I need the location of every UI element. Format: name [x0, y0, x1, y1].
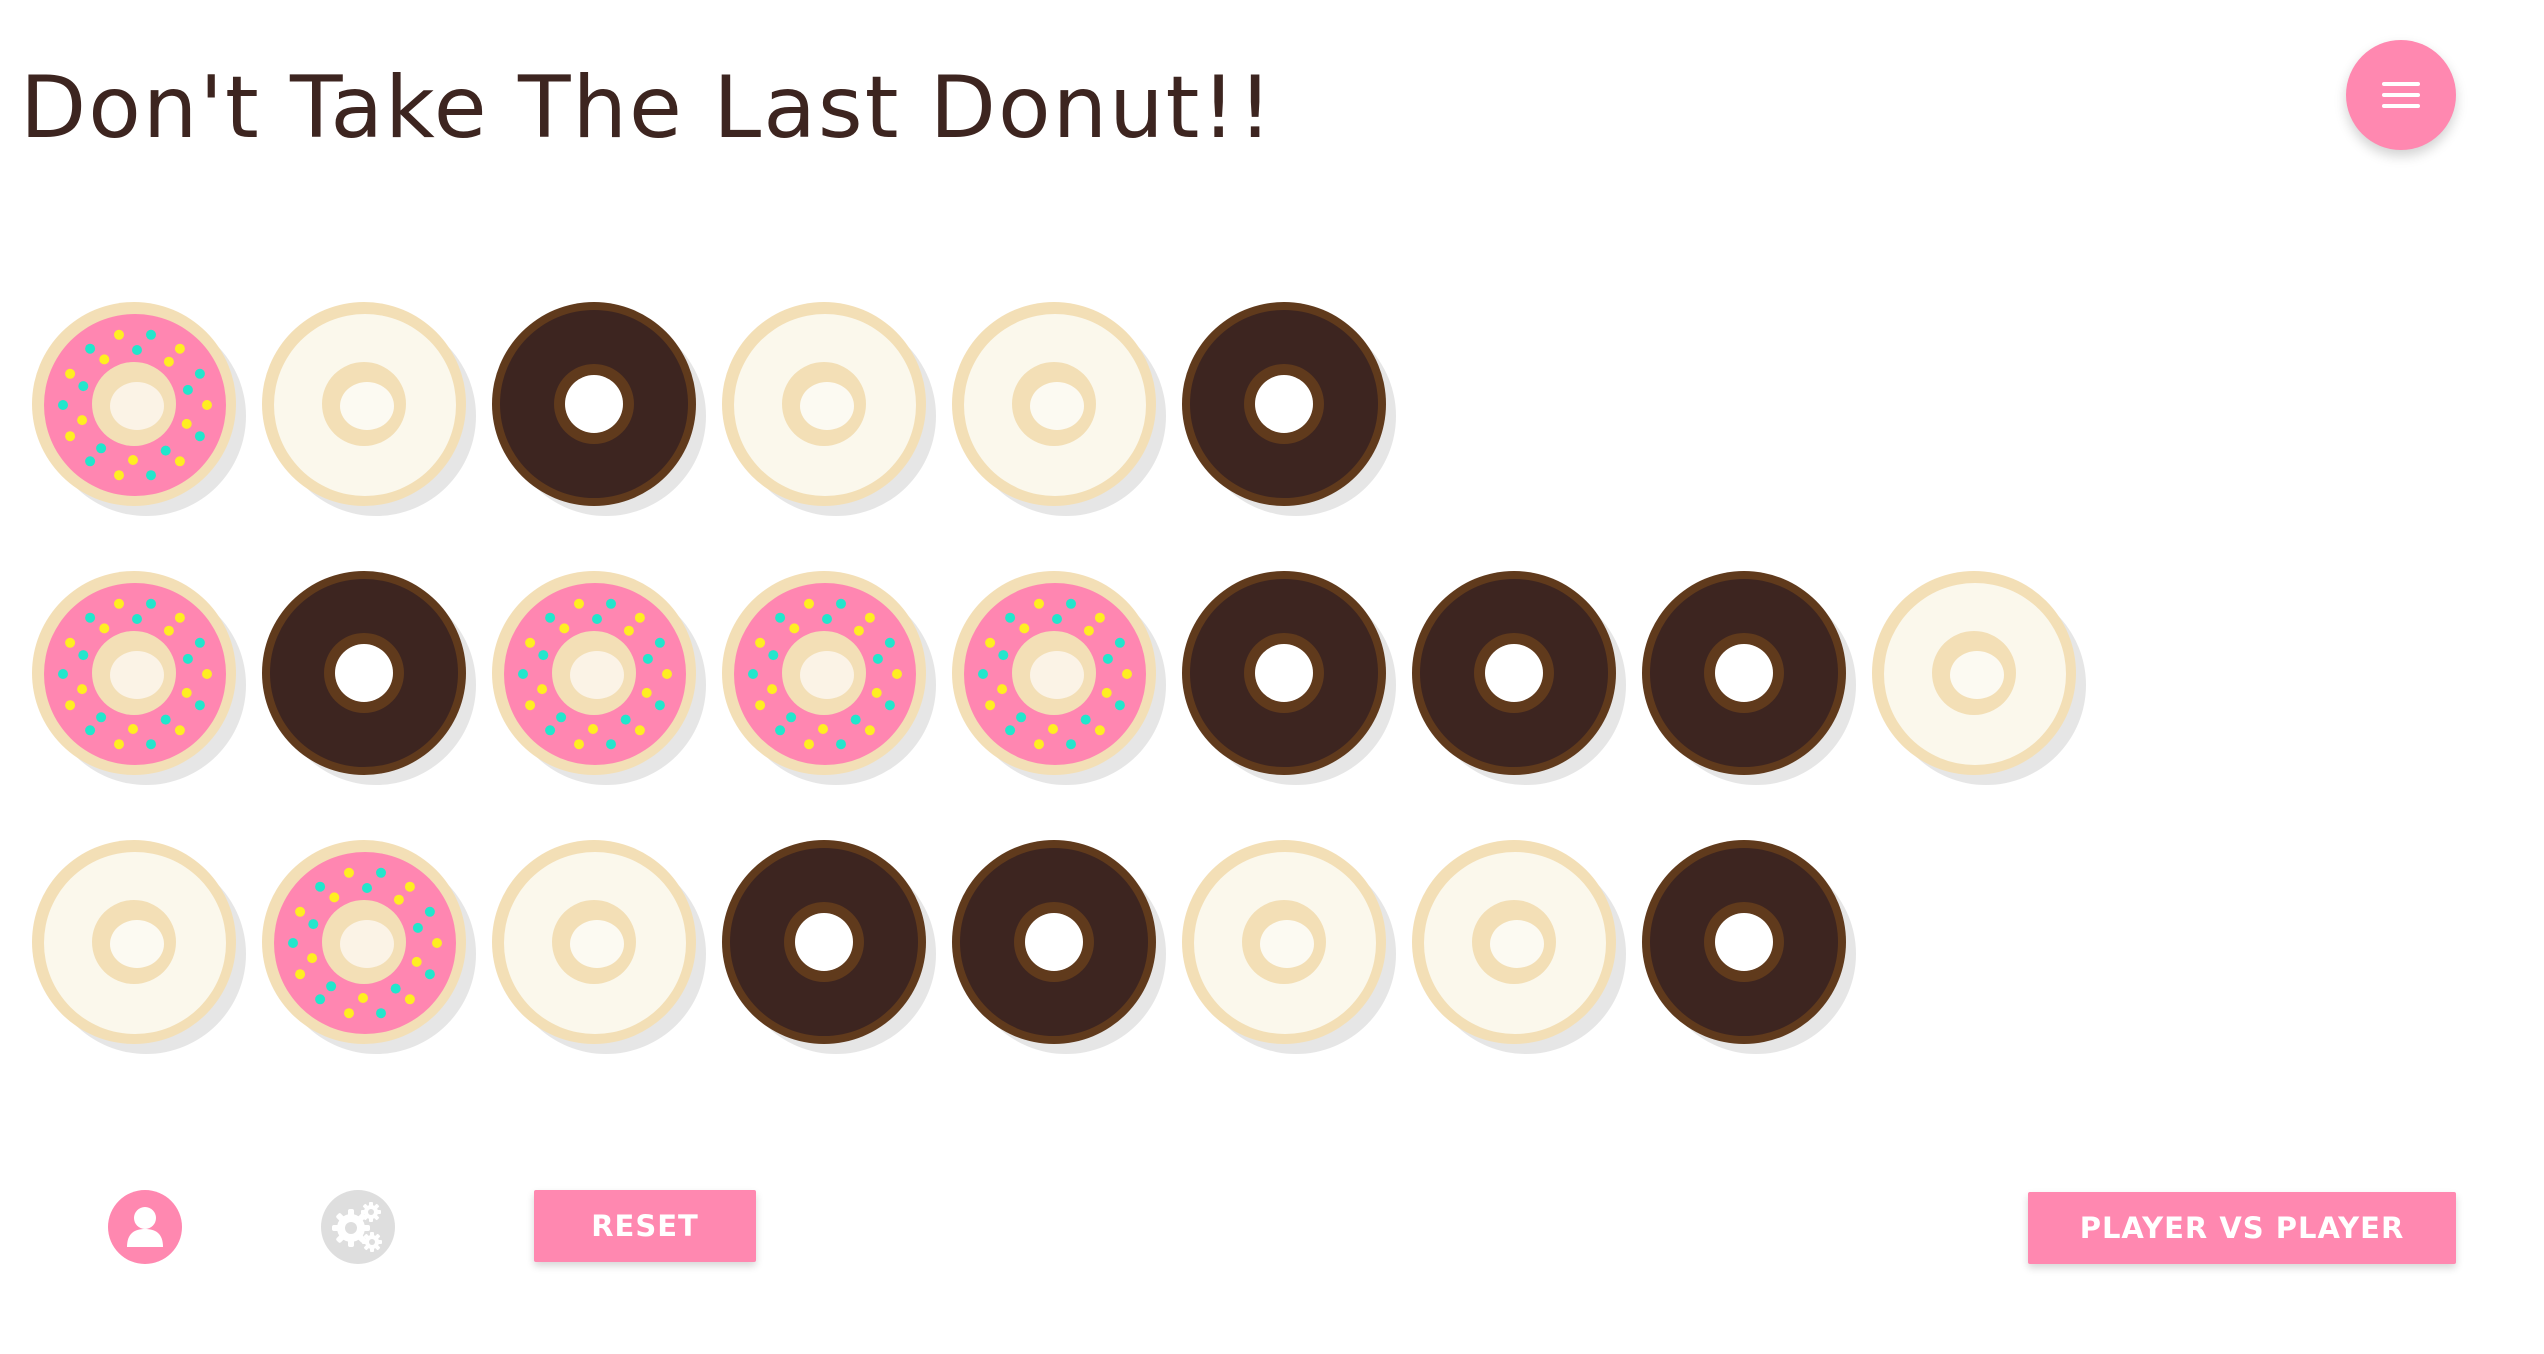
game-mode-button[interactable]: PLAYER VS PLAYER: [2028, 1192, 2456, 1264]
hamburger-menu-icon: [2382, 82, 2420, 108]
donut-chocolate[interactable]: [950, 838, 1170, 1058]
donut-glazed[interactable]: [1410, 838, 1630, 1058]
donut-chocolate[interactable]: [1180, 300, 1400, 520]
user-icon: [127, 1207, 163, 1247]
donut-chocolate[interactable]: [1180, 569, 1400, 789]
donut-chocolate[interactable]: [1410, 569, 1630, 789]
donut-glazed[interactable]: [1180, 838, 1400, 1058]
donut-pink[interactable]: [30, 569, 250, 789]
menu-button[interactable]: [2346, 40, 2456, 150]
donut-glazed[interactable]: [720, 300, 940, 520]
donut-chocolate[interactable]: [260, 569, 480, 789]
donut-glazed[interactable]: [1870, 569, 2090, 789]
donut-pink[interactable]: [30, 300, 250, 520]
donut-glazed[interactable]: [490, 838, 710, 1058]
donut-glazed[interactable]: [30, 838, 250, 1058]
reset-button[interactable]: RESET: [534, 1190, 756, 1262]
donut-pink[interactable]: [260, 838, 480, 1058]
donut-glazed[interactable]: [950, 300, 1170, 520]
player-mode-button[interactable]: [108, 1190, 182, 1264]
donut-chocolate[interactable]: [1640, 838, 1860, 1058]
donut-glazed[interactable]: [260, 300, 480, 520]
donut-pink[interactable]: [720, 569, 940, 789]
donut-chocolate[interactable]: [1640, 569, 1860, 789]
computer-mode-button[interactable]: [321, 1190, 395, 1264]
donut-pink[interactable]: [490, 569, 710, 789]
donut-chocolate[interactable]: [490, 300, 710, 520]
page-title: Don't Take The Last Donut!!: [20, 58, 1275, 158]
donut-chocolate[interactable]: [720, 838, 940, 1058]
game-screen: Don't Take The Last Donut!! RESET PLAYER…: [0, 0, 2544, 1354]
donut-pink[interactable]: [950, 569, 1170, 789]
gears-icon: [332, 1202, 382, 1252]
